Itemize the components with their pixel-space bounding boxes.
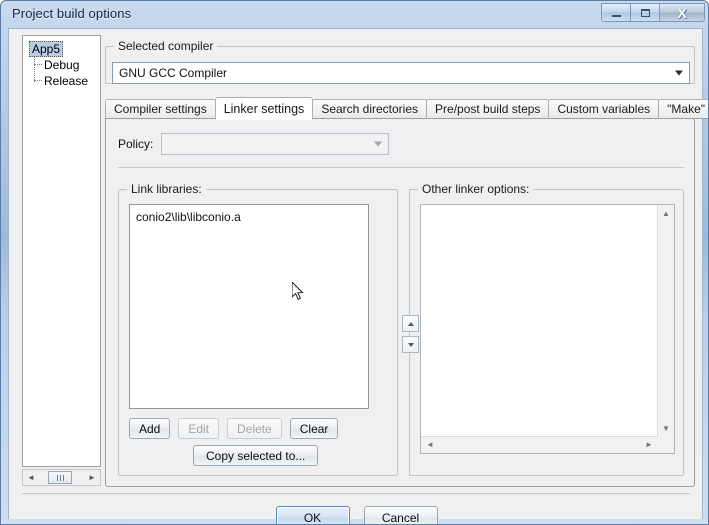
grip-line [59, 474, 61, 481]
other-linker-options-field[interactable]: ▲ ▼ ◄ ► [420, 204, 675, 454]
link-libraries-label: Link libraries: [127, 182, 206, 196]
selected-compiler-label: Selected compiler [114, 39, 218, 53]
compiler-select[interactable]: GNU GCC Compiler [112, 62, 690, 84]
add-button[interactable]: Add [129, 418, 171, 439]
settings-tabstrip: Compiler settings Linker settings Search… [105, 97, 708, 120]
selected-compiler-group: Selected compiler GNU GCC Compiler [105, 39, 695, 84]
tree-tick-debug [34, 64, 42, 66]
other-linker-options-text[interactable] [421, 205, 658, 437]
tree-scroll-track[interactable] [39, 470, 84, 485]
tree-scroll-thumb[interactable] [48, 471, 72, 484]
scroll-left-icon[interactable]: ◄ [23, 470, 39, 485]
policy-select[interactable] [161, 133, 390, 155]
cancel-button[interactable]: Cancel [363, 506, 438, 524]
move-up-button[interactable] [402, 315, 419, 332]
tree-horizontal-scrollbar[interactable]: ◄ ► [22, 469, 101, 486]
link-libraries-list[interactable]: conio2\lib\libconio.a [129, 204, 369, 409]
dialog-footer: OK Cancel [9, 506, 704, 524]
horizontal-scrollbar[interactable]: ◄ ► [421, 436, 658, 453]
tab-pre-post-build-steps[interactable]: Pre/post build steps [426, 99, 550, 119]
scroll-up-icon[interactable]: ▲ [658, 206, 674, 221]
edit-button: Edit [178, 418, 220, 439]
close-icon: X [677, 4, 687, 21]
tree-item-debug[interactable]: Debug [44, 58, 79, 72]
grip-line [62, 474, 64, 481]
tree-guide-line [34, 56, 36, 82]
title-bar[interactable]: Project build options X [1, 1, 708, 28]
other-linker-options-group: Other linker options: ▲ ▼ ◄ ► [409, 182, 684, 476]
tab-search-directories[interactable]: Search directories [312, 99, 428, 119]
scroll-right-icon[interactable]: ► [641, 437, 657, 452]
reorder-buttons [402, 315, 419, 357]
compiler-select-value: GNU GCC Compiler [119, 66, 228, 80]
move-down-button[interactable] [402, 336, 419, 353]
tab-custom-variables[interactable]: Custom variables [548, 99, 660, 119]
grip-line [56, 474, 58, 481]
clear-button[interactable]: Clear [289, 418, 339, 439]
scroll-left-icon[interactable]: ◄ [422, 437, 438, 452]
caption-button-group: X [601, 3, 705, 22]
tab-linker-settings[interactable]: Linker settings [214, 97, 314, 120]
project-build-options-window: Project build options X App5 Debug Relea… [0, 0, 709, 525]
other-linker-options-label: Other linker options: [418, 182, 534, 196]
policy-label: Policy: [118, 137, 154, 151]
linker-settings-panel: Policy: Link libraries: conio2\lib\libco… [105, 118, 695, 487]
minimize-button[interactable] [601, 3, 630, 22]
link-libraries-button-row: Add Edit Delete Clear [129, 418, 339, 439]
maximize-button[interactable] [630, 3, 659, 22]
tree-item-app5[interactable]: App5 [29, 41, 64, 57]
scroll-right-icon[interactable]: ► [84, 470, 100, 485]
tab-compiler-settings[interactable]: Compiler settings [105, 99, 216, 119]
tab-make-commands[interactable]: "Make" commands [658, 99, 708, 119]
list-item[interactable]: conio2\lib\libconio.a [136, 210, 362, 225]
arrow-down-icon [407, 342, 414, 347]
tree-item-release[interactable]: Release [44, 74, 88, 88]
tree-tick-release [34, 80, 42, 82]
arrow-up-icon [407, 321, 414, 326]
scroll-down-icon[interactable]: ▼ [658, 421, 674, 436]
delete-button: Delete [227, 418, 282, 439]
close-button[interactable]: X [659, 3, 705, 22]
scrollbar-corner [658, 437, 674, 453]
chevron-down-icon [675, 70, 683, 76]
options-content: Selected compiler GNU GCC Compiler Compi… [105, 35, 708, 487]
ok-button[interactable]: OK [275, 506, 350, 524]
vertical-scrollbar[interactable]: ▲ ▼ [657, 205, 674, 437]
target-tree[interactable]: App5 Debug Release [22, 35, 101, 467]
footer-divider [22, 493, 690, 494]
dialog-client-area: App5 Debug Release ◄ ► Selected compiler… [8, 28, 708, 524]
chevron-down-icon [374, 141, 383, 147]
panel-divider [118, 167, 684, 168]
copy-selected-to-button[interactable]: Copy selected to... [193, 445, 319, 466]
maximize-icon [640, 8, 650, 17]
link-libraries-group: Link libraries: conio2\lib\libconio.a Ad… [118, 182, 398, 476]
window-title: Project build options [12, 6, 132, 21]
policy-row: Policy: [118, 133, 684, 155]
minimize-icon [611, 14, 621, 17]
